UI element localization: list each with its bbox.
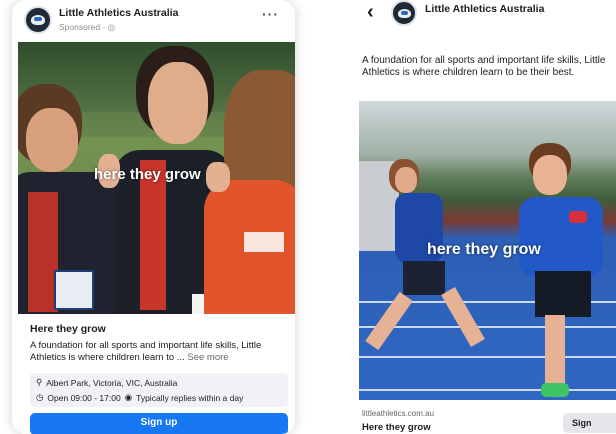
track-lane-line bbox=[359, 356, 616, 358]
photo-runner-boy-shorts bbox=[535, 271, 591, 317]
photo-race-bib bbox=[54, 270, 94, 310]
photo-runner-girl-leg bbox=[441, 287, 485, 347]
little-athletics-logo-icon bbox=[397, 8, 411, 18]
location-pin-icon: ⚲ bbox=[36, 377, 43, 387]
page-name[interactable]: Little Athletics Australia bbox=[59, 7, 178, 19]
reply-time-text: Typically replies within a day bbox=[136, 392, 244, 403]
link-domain[interactable]: littleathletics.com.au bbox=[362, 409, 434, 418]
messenger-icon: ◉ bbox=[124, 392, 133, 402]
photo-runner-boy-face bbox=[533, 155, 567, 195]
photo-girl-center-face bbox=[148, 62, 208, 144]
photo-runner-boy-shoe bbox=[541, 383, 569, 397]
page-name[interactable]: Little Athletics Australia bbox=[425, 3, 544, 15]
hours-row: ◷ Open 09:00 - 17:00 ◉ Typically replies… bbox=[36, 392, 243, 403]
track-lane-line bbox=[359, 389, 616, 391]
photo-shirt-print bbox=[244, 232, 284, 252]
photo-runner-boy-leg bbox=[545, 315, 565, 385]
business-info-box: ⚲ Albert Park, Victoria, VIC, Australia … bbox=[30, 373, 288, 407]
photo-caption: here they grow bbox=[427, 241, 541, 258]
page-avatar[interactable] bbox=[24, 6, 52, 34]
sign-up-button[interactable]: Sign bbox=[563, 413, 616, 433]
photo-wristband bbox=[569, 211, 587, 223]
ad-photo[interactable]: here they grow bbox=[359, 101, 616, 400]
track-lane-line bbox=[359, 326, 616, 328]
see-more-link[interactable]: See more bbox=[187, 352, 228, 363]
location-text: Albert Park, Victoria, VIC, Australia bbox=[46, 377, 178, 388]
ad-headline[interactable]: Here they grow bbox=[362, 422, 431, 433]
ad-header: Little Athletics Australia Sponsored · ◎… bbox=[12, 0, 295, 42]
photo-runner-girl-shorts bbox=[403, 261, 445, 295]
ad-headline[interactable]: Here they grow bbox=[30, 323, 106, 335]
sponsored-label: Sponsored · ◎ bbox=[59, 22, 116, 32]
photo-runner-boy-shirt bbox=[519, 197, 603, 277]
photo-girl-left-face bbox=[26, 108, 78, 172]
hours-text: Open 09:00 - 17:00 bbox=[47, 392, 121, 403]
clock-icon: ◷ bbox=[36, 392, 44, 402]
photo-runner-girl-face bbox=[395, 167, 417, 193]
ad-body-text: A foundation for all sports and importan… bbox=[30, 340, 292, 364]
left-ad-card: Little Athletics Australia Sponsored · ◎… bbox=[12, 0, 295, 434]
back-chevron-icon[interactable]: ‹ bbox=[367, 1, 374, 24]
more-options-icon[interactable]: ··· bbox=[262, 6, 279, 22]
photo-caption: here they grow bbox=[94, 166, 201, 183]
right-ad-view: ‹ Little Athletics Australia A foundatio… bbox=[345, 0, 616, 434]
ad-body-text: A foundation for all sports and importan… bbox=[362, 55, 606, 78]
ad-photo[interactable]: here they grow bbox=[18, 42, 295, 314]
little-athletics-logo-icon bbox=[31, 15, 45, 25]
page-avatar[interactable] bbox=[391, 0, 417, 26]
photo-hand bbox=[206, 162, 230, 192]
sign-up-button[interactable]: Sign up bbox=[30, 413, 288, 434]
location-row: ⚲ Albert Park, Victoria, VIC, Australia bbox=[36, 377, 177, 388]
